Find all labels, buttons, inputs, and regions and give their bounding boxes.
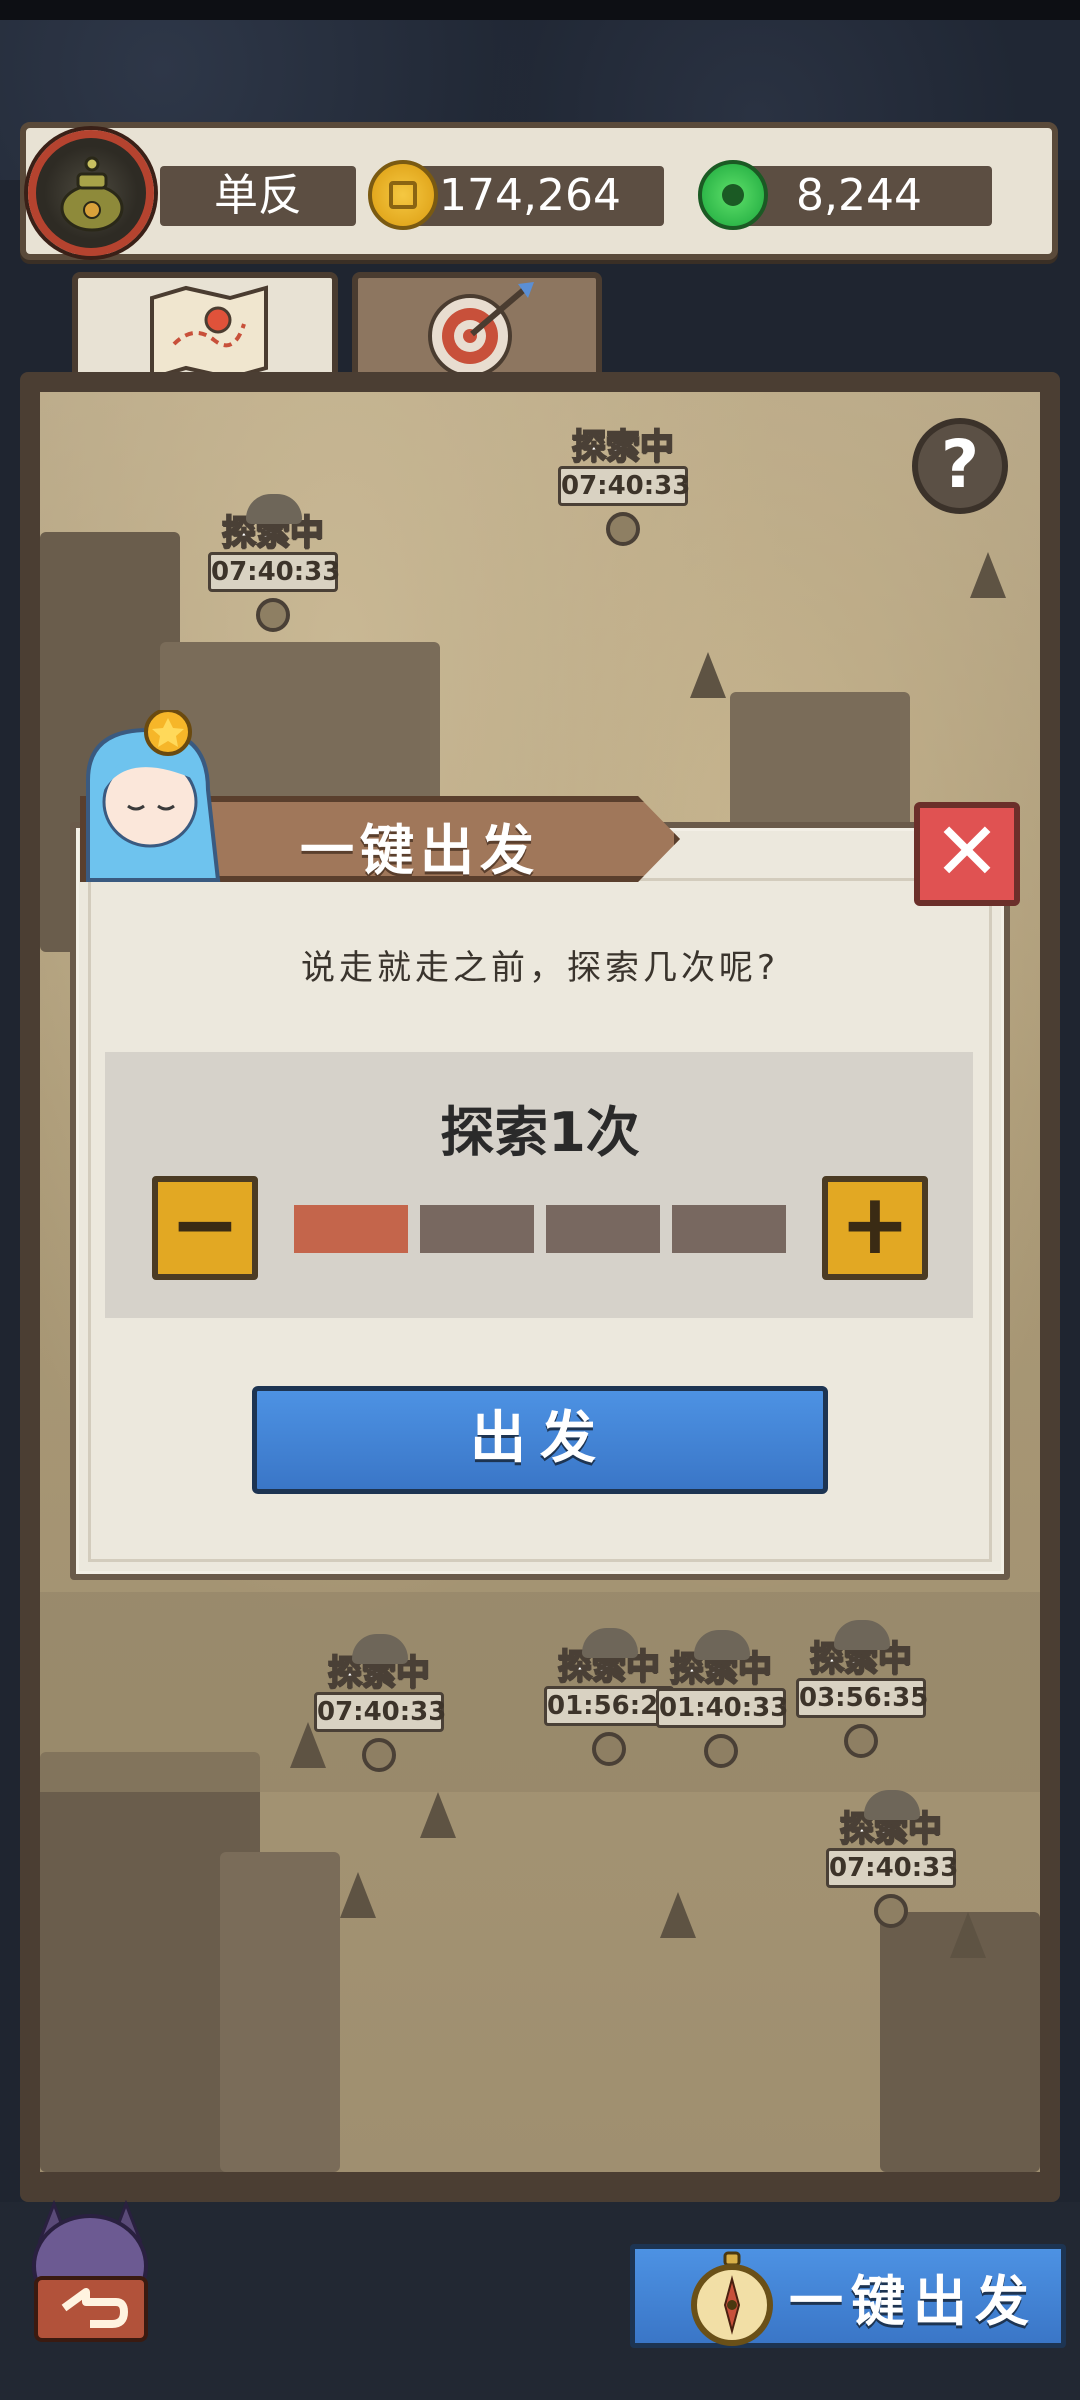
count-segment <box>672 1205 786 1253</box>
dialog-title: 一键出发 <box>300 819 540 882</box>
rock-bottom <box>220 1852 340 2172</box>
marker-pin <box>362 1738 396 1772</box>
marker-timer: 07:40:33 <box>558 466 690 506</box>
exploration-marker[interactable]: 探索中 01:56:28 <box>544 1628 676 1766</box>
decrease-button[interactable]: − <box>152 1176 258 1280</box>
marker-pin <box>704 1734 738 1768</box>
exploration-marker[interactable]: 探索中 03:56:35 <box>796 1620 928 1758</box>
marker-timer: 03:56:35 <box>796 1678 928 1718</box>
marker-pin <box>874 1894 908 1928</box>
exploration-marker[interactable]: 探索中 07:40:33 <box>208 494 340 632</box>
marker-timer: 01:40:33 <box>656 1688 788 1728</box>
close-button[interactable]: ✕ <box>914 802 1020 906</box>
help-button[interactable]: ? <box>912 418 1008 514</box>
tree <box>690 652 726 698</box>
gold-coin-icon <box>368 160 438 230</box>
depart-button[interactable]: 出发 <box>252 1386 828 1494</box>
dialog-question: 说走就走之前，探索几次呢? <box>300 948 780 988</box>
explore-count-label: 探索1次 <box>440 1101 640 1164</box>
marker-pin <box>592 1732 626 1766</box>
marker-timer: 07:40:33 <box>314 1692 446 1732</box>
exploration-marker[interactable]: 探索中 01:40:33 <box>656 1630 788 1768</box>
increase-button[interactable]: + <box>822 1176 928 1280</box>
marker-timer: 01:56:28 <box>544 1686 676 1726</box>
exploration-marker[interactable]: 探索中 07:40:33 <box>826 1790 958 1928</box>
target-arrow-icon <box>428 282 534 378</box>
marker-pin <box>606 512 640 546</box>
compass-icon <box>691 2251 773 2346</box>
tree <box>660 1892 696 1938</box>
marker-timer: 07:40:33 <box>208 552 340 592</box>
count-segment <box>546 1205 660 1253</box>
tree <box>340 1872 376 1918</box>
count-segment <box>420 1205 534 1253</box>
tree <box>420 1792 456 1838</box>
status-bar <box>0 0 1080 20</box>
player-avatar[interactable] <box>28 130 154 256</box>
marker-status: 探索中 <box>571 427 675 467</box>
jade-coin-icon <box>698 160 768 230</box>
marker-pin <box>256 598 290 632</box>
marker-timer: 07:40:33 <box>826 1848 958 1888</box>
depart-all-label: 一键出发 <box>789 2270 1037 2333</box>
treasure-map-icon <box>150 285 268 380</box>
player-name: 单反 <box>160 166 356 226</box>
mascot-girl-icon <box>86 710 221 882</box>
tree <box>970 552 1006 598</box>
marker-pin <box>844 1724 878 1758</box>
exploration-marker[interactable]: 探索中 07:40:33 <box>314 1634 446 1772</box>
back-button[interactable] <box>20 2200 160 2350</box>
count-segment <box>294 1205 408 1253</box>
depart-all-button[interactable]: 一键出发 <box>630 2244 1066 2348</box>
exploration-marker[interactable]: 探索中 07:40:33 <box>558 427 690 546</box>
teapot-icon <box>60 156 124 232</box>
